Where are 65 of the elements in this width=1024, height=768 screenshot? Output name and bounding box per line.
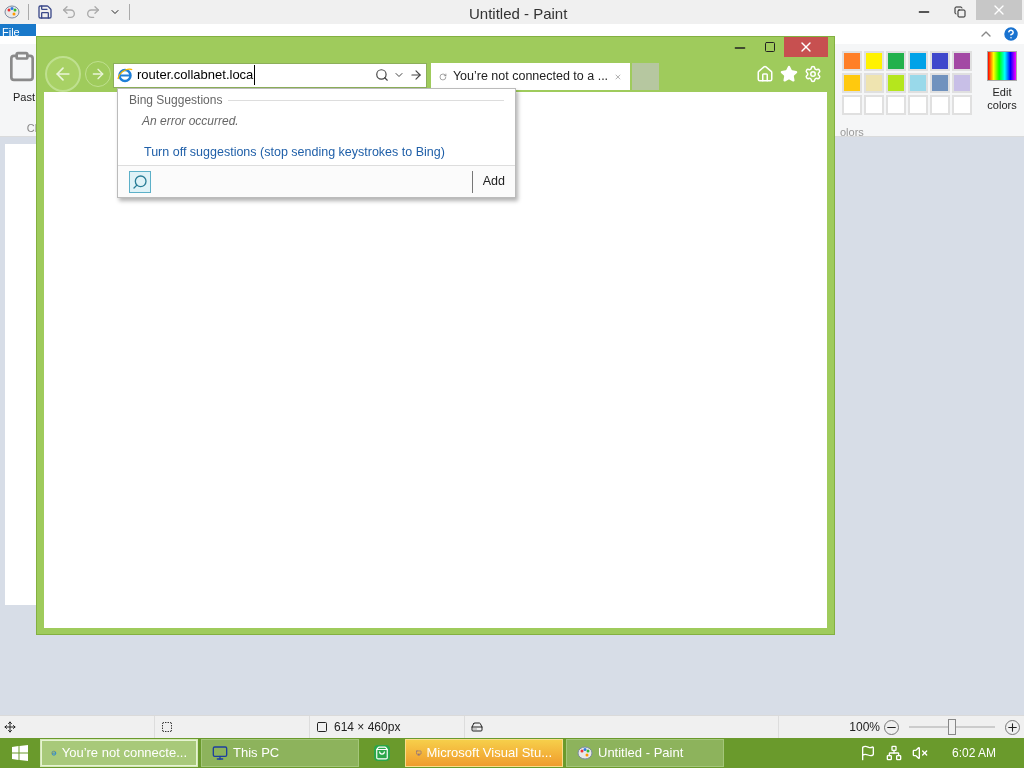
color-swatch[interactable] bbox=[886, 73, 906, 93]
zoom-level: 100% bbox=[849, 719, 880, 736]
address-text: router.collabnet.loca bbox=[137, 65, 256, 85]
color-swatch[interactable] bbox=[864, 95, 884, 115]
canvas-size-icon bbox=[316, 721, 328, 733]
color-swatch[interactable] bbox=[864, 51, 884, 71]
search-icon[interactable] bbox=[375, 68, 389, 82]
browser-tab[interactable]: You’re not connected to a ... bbox=[431, 63, 630, 90]
color-spectrum-icon[interactable] bbox=[987, 51, 1017, 81]
group-label: Cl bbox=[26, 120, 38, 136]
group-label: olors bbox=[840, 125, 865, 140]
color-swatch[interactable] bbox=[908, 73, 928, 93]
palette-icon bbox=[4, 4, 20, 20]
monitor-icon bbox=[212, 745, 228, 761]
search-icon bbox=[132, 173, 148, 190]
redo-icon[interactable] bbox=[85, 4, 101, 20]
search-provider-button[interactable] bbox=[129, 170, 151, 193]
zoom-slider-thumb[interactable] bbox=[948, 719, 956, 735]
address-bar[interactable]: router.collabnet.loca bbox=[113, 62, 427, 88]
color-swatch[interactable] bbox=[930, 73, 950, 93]
add-button[interactable]: Add bbox=[472, 172, 515, 191]
maximize-icon[interactable] bbox=[764, 41, 776, 53]
volume-muted-icon[interactable] bbox=[911, 745, 928, 761]
color-swatch[interactable] bbox=[886, 51, 906, 71]
globe-ring-icon bbox=[117, 67, 133, 83]
tab-title: You’re not connected to a ... bbox=[452, 68, 609, 86]
settings-icon[interactable] bbox=[804, 65, 822, 83]
turn-off-suggestions-link[interactable]: Turn off suggestions (stop sending keystrokes to Bing) bbox=[118, 143, 515, 162]
color-swatch[interactable] bbox=[842, 95, 862, 115]
edit-colors-label[interactable]: Edit colors bbox=[984, 86, 1020, 112]
color-swatch[interactable] bbox=[842, 73, 862, 93]
error-message: An error occurred. bbox=[140, 113, 240, 130]
undo-icon[interactable] bbox=[61, 4, 77, 20]
canvas-size: 614 × 460px bbox=[334, 719, 401, 736]
back-button[interactable] bbox=[45, 56, 81, 92]
color-swatch[interactable] bbox=[930, 95, 950, 115]
home-icon[interactable] bbox=[756, 65, 774, 83]
color-swatch[interactable] bbox=[952, 73, 972, 93]
color-swatch[interactable] bbox=[952, 51, 972, 71]
suggestions-heading: Bing Suggestions bbox=[129, 92, 223, 109]
color-swatch[interactable] bbox=[908, 95, 928, 115]
flag-icon[interactable] bbox=[859, 745, 876, 761]
close-button[interactable] bbox=[976, 0, 1022, 20]
star-icon[interactable] bbox=[780, 65, 798, 83]
color-swatch[interactable] bbox=[842, 51, 862, 71]
file-tab[interactable]: File bbox=[0, 24, 36, 36]
save-icon[interactable] bbox=[37, 4, 53, 20]
restore-icon[interactable] bbox=[954, 6, 966, 18]
arrow-right-icon bbox=[90, 66, 106, 82]
selection-size-icon bbox=[161, 721, 173, 733]
color-swatch[interactable] bbox=[908, 51, 928, 71]
color-swatch[interactable] bbox=[864, 73, 884, 93]
go-icon[interactable] bbox=[409, 68, 423, 82]
cursor-position-icon bbox=[4, 721, 16, 733]
shopping-bag-icon bbox=[374, 745, 390, 761]
color-swatch[interactable] bbox=[886, 95, 906, 115]
paste-label[interactable]: Past bbox=[13, 89, 35, 106]
loading-icon bbox=[439, 70, 447, 83]
palette-icon bbox=[577, 745, 593, 761]
window-title: Untitled - Paint bbox=[469, 4, 568, 24]
color-swatch[interactable] bbox=[930, 51, 950, 71]
help-icon[interactable] bbox=[1002, 25, 1020, 43]
start-icon[interactable] bbox=[12, 745, 28, 761]
color-swatch[interactable] bbox=[952, 95, 972, 115]
close-button[interactable] bbox=[784, 37, 828, 57]
